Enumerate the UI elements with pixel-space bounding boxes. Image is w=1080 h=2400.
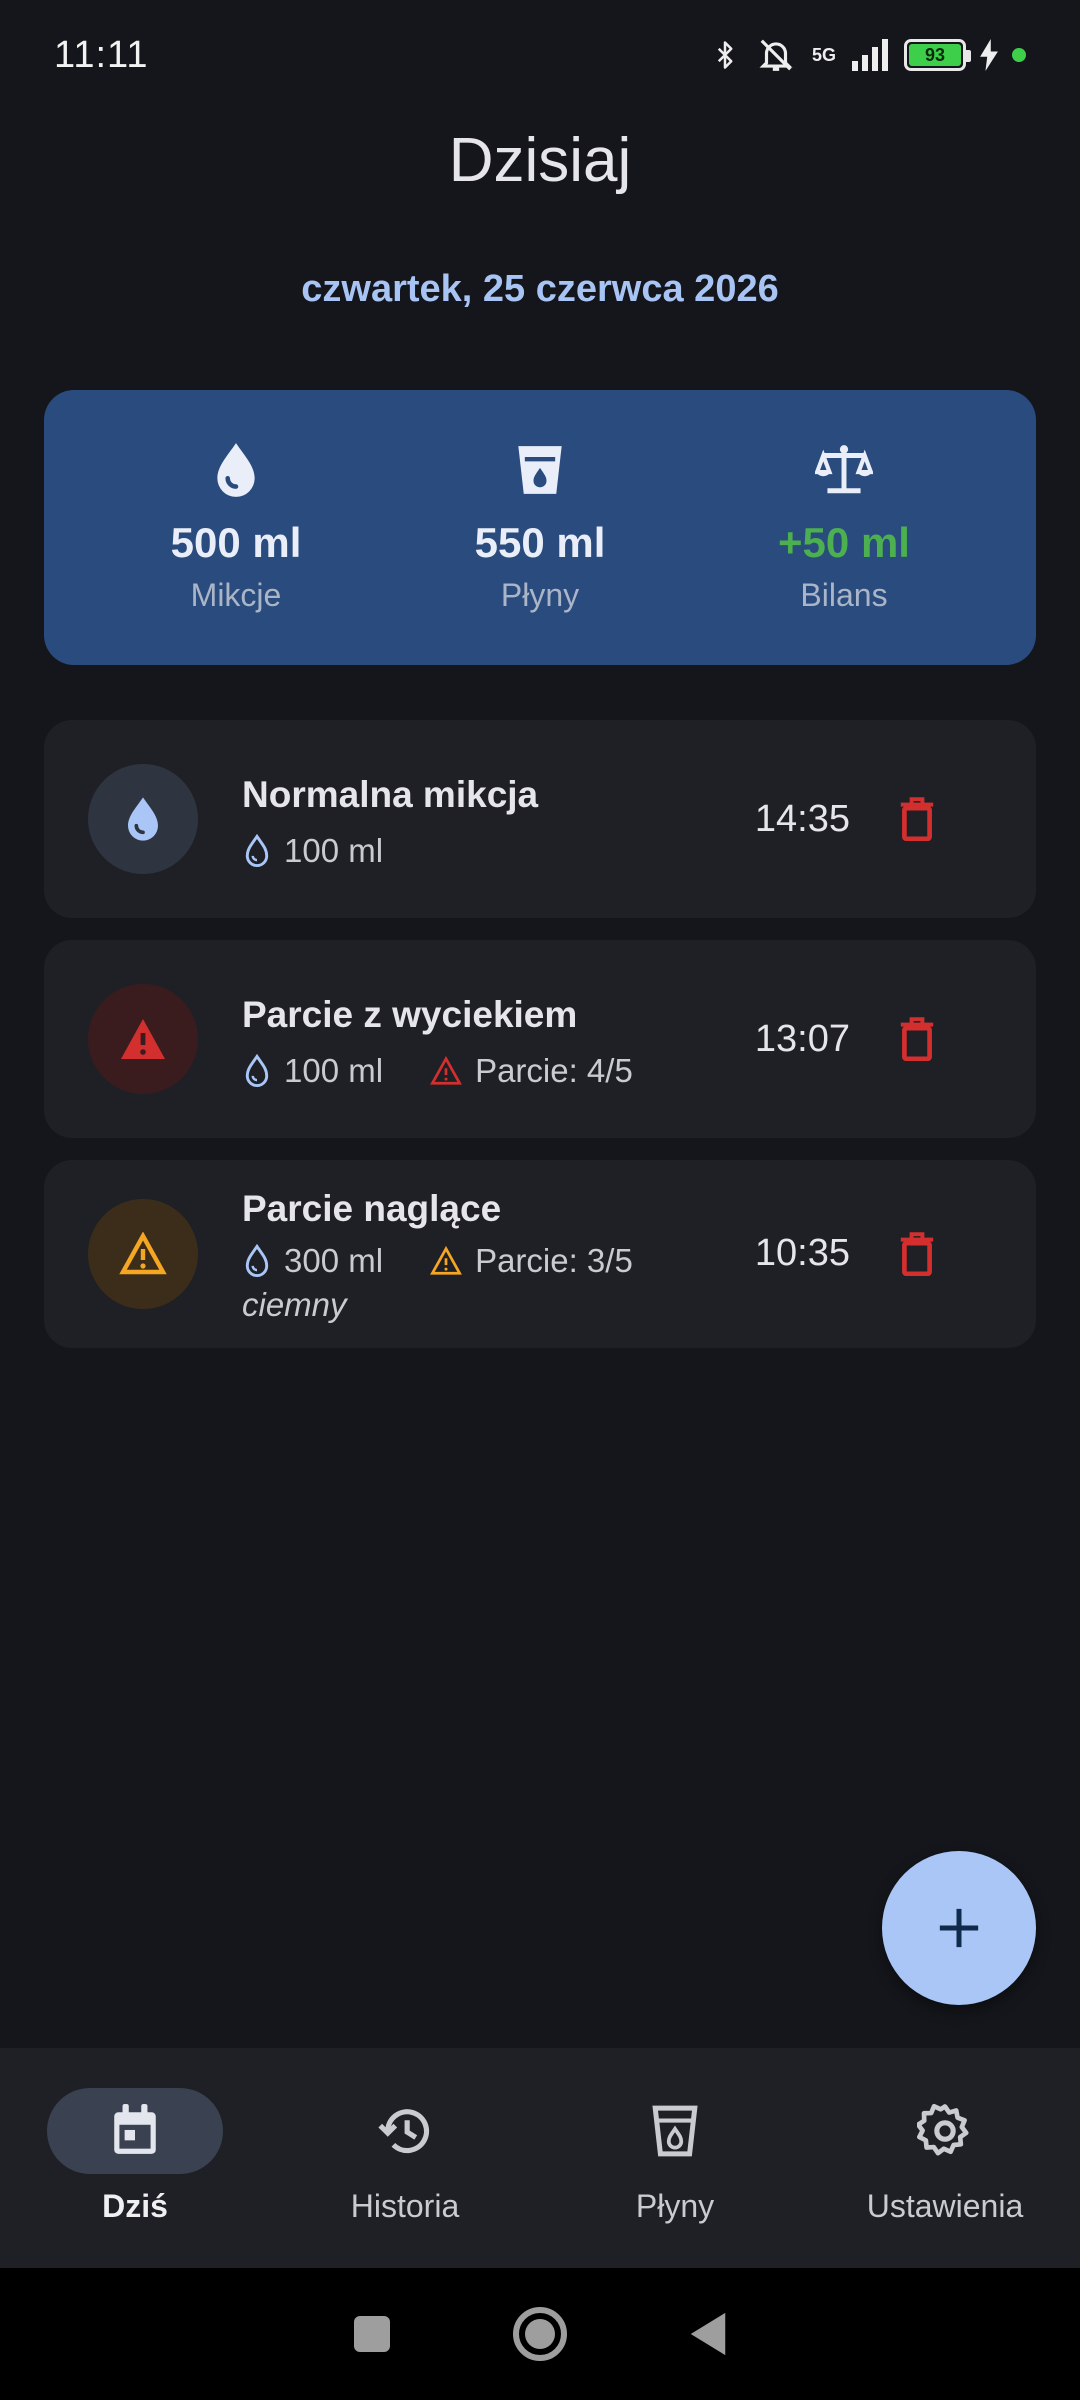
water-drop-outline-icon: [245, 1244, 269, 1278]
summary-balance-label: Bilans: [800, 577, 888, 613]
cup-icon: [652, 2105, 698, 2157]
trash-icon: [900, 1017, 934, 1061]
warning-filled-icon: [121, 1019, 165, 1059]
delete-button[interactable]: [894, 1016, 940, 1062]
trash-icon: [900, 797, 934, 841]
entry-meta: 100 ml: [242, 832, 383, 870]
entry-volume: 300 ml: [284, 1242, 384, 1279]
status-icons: 5G 93: [710, 36, 1026, 74]
charging-icon: [980, 39, 998, 71]
nav-label-fluids: Płyny: [635, 2188, 715, 2224]
battery-level: 93: [909, 44, 961, 66]
trash-icon: [900, 1232, 934, 1276]
entry-urgency: Parcie: 3/5: [475, 1242, 633, 1279]
calendar-icon: [114, 2104, 156, 2154]
entry-meta: 300 ml Parcie: 3/5: [242, 1242, 633, 1280]
entry-volume: 100 ml: [284, 1052, 384, 1089]
summary-balance: +50 ml Bilans: [714, 441, 974, 614]
summary-voids: 500 ml Mikcje: [106, 441, 366, 614]
cup-icon: [518, 446, 562, 494]
network-label: 5G: [811, 44, 836, 65]
summary-fluids-value: 550 ml: [474, 519, 606, 566]
delete-button[interactable]: [894, 796, 940, 842]
summary-voids-value: 500 ml: [170, 519, 302, 566]
summary-fluids: 550 ml Płyny: [410, 441, 670, 614]
gear-icon: [917, 2103, 969, 2156]
entry-time: 13:07: [754, 1018, 850, 1060]
battery-icon: 93: [904, 39, 971, 71]
nav-item-history[interactable]: Historia: [270, 2048, 540, 2268]
entry-note: ciemny: [242, 1286, 347, 1323]
nav-label-history: Historia: [350, 2188, 460, 2224]
water-drop-icon: [128, 797, 158, 841]
page-date: czwartek, 25 czerwca 2026: [301, 268, 779, 310]
add-entry-button[interactable]: [882, 1851, 1036, 2005]
nav-item-settings[interactable]: Ustawienia: [810, 2048, 1080, 2268]
summary-voids-label: Mikcje: [190, 577, 282, 613]
entry-urgency: Parcie: 4/5: [475, 1052, 633, 1089]
history-icon: [378, 2109, 430, 2154]
status-time: 11:11: [54, 33, 149, 76]
daily-summary-card: 500 ml Mikcje 550 ml Płyny +50 ml Bilans: [44, 390, 1036, 665]
home-button-icon[interactable]: [512, 2306, 568, 2362]
recents-button-icon[interactable]: [352, 2314, 392, 2354]
page-title: Dzisiaj: [448, 126, 632, 195]
scale-balance-icon: [815, 445, 873, 494]
entry-meta: 100 ml Parcie: 4/5: [242, 1052, 633, 1090]
bluetooth-icon: [717, 41, 733, 69]
plus-icon: [939, 1908, 979, 1948]
warning-outline-icon: [430, 1056, 463, 1085]
entry-time: 10:35: [754, 1232, 850, 1274]
entry-title: Normalna mikcja: [242, 774, 539, 815]
entry-title: Parcie naglące: [242, 1188, 502, 1229]
signal-icon: [852, 39, 888, 71]
entry-avatar: [88, 764, 198, 874]
privacy-indicator-dot: [1012, 48, 1026, 62]
entry-time: 14:35: [754, 798, 850, 840]
water-drop-outline-icon: [245, 1054, 269, 1088]
entry-avatar: [88, 1199, 198, 1309]
entry-avatar: [88, 984, 198, 1094]
water-drop-icon: [217, 443, 255, 497]
nav-item-fluids[interactable]: Płyny: [540, 2048, 810, 2268]
back-button-icon[interactable]: [688, 2311, 728, 2357]
system-navigation-bar: [0, 2268, 1080, 2400]
list-item[interactable]: Parcie naglące 300 ml Parcie: 3/5 ciemny…: [44, 1160, 1036, 1348]
entry-volume: 100 ml: [284, 832, 384, 869]
entry-title: Parcie z wyciekiem: [242, 994, 578, 1035]
muted-bell-icon: [759, 39, 793, 71]
summary-fluids-label: Płyny: [500, 577, 580, 613]
nav-active-indicator: [47, 2088, 223, 2174]
list-item[interactable]: Normalna mikcja 100 ml 14:35: [44, 720, 1036, 918]
warning-outline-icon: [430, 1246, 463, 1275]
warning-outline-icon: [119, 1232, 167, 1275]
delete-button[interactable]: [894, 1231, 940, 1277]
status-bar: 11:11 5G 93: [0, 0, 1080, 110]
water-drop-outline-icon: [245, 834, 269, 868]
list-item[interactable]: Parcie z wyciekiem 100 ml Parcie: 4/5 13…: [44, 940, 1036, 1138]
summary-balance-value: +50 ml: [778, 519, 910, 566]
nav-label-today: Dziś: [102, 2188, 168, 2224]
nav-item-today[interactable]: Dziś: [0, 2048, 270, 2268]
bottom-navigation: Dziś Historia Płyny Ustawienia: [0, 2048, 1080, 2268]
nav-label-settings: Ustawienia: [866, 2188, 1024, 2224]
